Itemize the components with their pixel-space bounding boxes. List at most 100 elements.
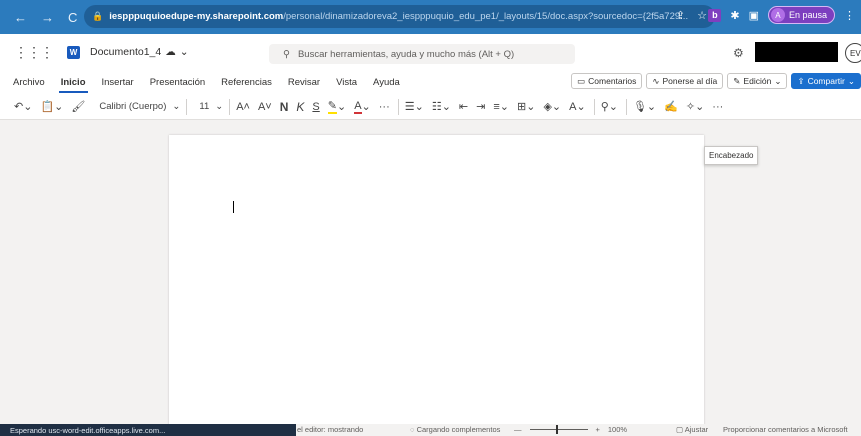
designer-icon[interactable]: ✧⌄ xyxy=(686,100,704,113)
app-launcher-icon[interactable]: ⋮⋮⋮ xyxy=(14,44,54,61)
font-name-select[interactable]: Calibri (Cuerpo) ⌄ xyxy=(93,98,188,115)
share-label: Compartir xyxy=(807,76,845,86)
zoom-in-button[interactable]: + xyxy=(596,425,600,434)
fit-label: Ajustar xyxy=(684,425,709,434)
sync-icon: ☁ xyxy=(165,46,176,58)
loading-spinner-icon: ◌ xyxy=(410,425,415,434)
zoom-control: — + 100% xyxy=(514,425,627,434)
user-avatar[interactable]: EV xyxy=(845,43,861,63)
font-name-value: Calibri (Cuerpo) xyxy=(99,101,167,112)
tab-ayuda[interactable]: Ayuda xyxy=(371,77,402,88)
align-icon[interactable]: ≡⌄ xyxy=(493,100,509,113)
grow-font-icon[interactable]: A˄ xyxy=(236,101,250,113)
tab-presentacion[interactable]: Presentación xyxy=(148,77,207,88)
url-path: /personal/dinamizadoreva2_iespppuquio_ed… xyxy=(283,11,689,22)
editor-status[interactable]: el editor: mostrando xyxy=(297,425,363,434)
editing-mode-button[interactable]: ✎ Edición ⌄ xyxy=(727,73,788,89)
tab-vista[interactable]: Vista xyxy=(334,77,359,88)
ribbon-actions: ▭ Comentarios ∿ Ponerse al día ✎ Edición… xyxy=(571,73,861,89)
tab-archivo[interactable]: Archivo xyxy=(11,77,47,88)
back-icon[interactable]: ← xyxy=(14,10,27,25)
tab-referencias[interactable]: Referencias xyxy=(219,77,274,88)
addins-label: Cargando complementos xyxy=(416,425,501,434)
zoom-level[interactable]: 100% xyxy=(608,425,627,434)
catch-up-label: Ponerse al día xyxy=(662,76,718,86)
numbering-icon[interactable]: ☷⌄ xyxy=(432,100,451,113)
bing-extension-icon[interactable]: b xyxy=(708,8,722,22)
document-page[interactable] xyxy=(169,135,704,435)
fit-icon: ▢ xyxy=(676,425,684,434)
bold-button[interactable]: N xyxy=(280,100,289,114)
address-bar[interactable]: 🔒 iespppuquioedupe-my.sharepoint.com /pe… xyxy=(84,5,715,28)
styles-icon[interactable]: A⌄ xyxy=(569,100,586,113)
format-painter-icon[interactable]: 🖌 xyxy=(71,100,85,113)
divider xyxy=(593,98,595,115)
home-toolbar: ↶⌄ 📋⌄ 🖌 Calibri (Cuerpo) ⌄ 11 ⌄ A˄ A˅ N … xyxy=(0,94,861,120)
puzzle-extensions-icon[interactable]: ✱ xyxy=(730,9,739,22)
user-info-redacted xyxy=(755,42,838,62)
catch-up-button[interactable]: ∿ Ponerse al día xyxy=(646,73,724,89)
font-color-icon[interactable]: A ⌄ xyxy=(354,100,371,114)
overflow-icon[interactable]: ··· xyxy=(712,101,723,113)
profile-status: En pausa xyxy=(788,10,827,20)
divider xyxy=(397,98,399,115)
tab-insertar[interactable]: Insertar xyxy=(100,77,136,88)
address-actions: ⇪ ☆ xyxy=(676,9,707,22)
bookmark-star-icon[interactable]: ☆ xyxy=(697,9,707,22)
font-size-value: 11 xyxy=(199,101,210,112)
word-logo-icon[interactable]: W xyxy=(67,45,80,59)
feedback-link[interactable]: Proporcionar comentarios a Microsoft xyxy=(723,425,848,434)
app-header: ⋮⋮⋮ W Documento1_4 ☁ ⌄ ⚲ Buscar herramie… xyxy=(0,34,861,70)
chevron-down-icon: ⌄ xyxy=(179,46,189,58)
divider xyxy=(625,98,627,115)
url-host: iespppuquioedupe-my.sharepoint.com xyxy=(109,11,284,22)
sidepanel-icon[interactable]: ▣ xyxy=(749,9,759,22)
paste-icon[interactable]: 📋⌄ xyxy=(40,100,63,113)
tab-inicio[interactable]: Inicio xyxy=(58,77,88,93)
chevron-down-icon: ⌄ xyxy=(847,75,855,86)
document-canvas: Encabezado xyxy=(0,120,861,435)
zoom-slider[interactable] xyxy=(529,425,588,434)
editing-label: Edición xyxy=(743,76,772,86)
highlight-icon[interactable]: ✎ ⌄ xyxy=(327,99,346,114)
profile-button[interactable]: A En pausa xyxy=(767,6,835,24)
decrease-indent-icon[interactable]: ⇤ xyxy=(459,100,468,113)
document-title[interactable]: Documento1_4 ☁ ⌄ xyxy=(90,46,189,58)
increase-indent-icon[interactable]: ⇥ xyxy=(476,100,485,113)
reload-icon[interactable]: C xyxy=(68,10,77,25)
share-icon: ⇪ xyxy=(797,75,805,86)
share-icon[interactable]: ⇪ xyxy=(676,9,685,22)
chevron-down-icon: ⌄ xyxy=(774,75,782,86)
extensions-area: b ✱ ▣ A En pausa ⋮ xyxy=(708,6,861,24)
activity-icon: ∿ xyxy=(652,75,660,86)
borders-icon[interactable]: ⊞⌄ xyxy=(517,100,535,113)
zoom-out-button[interactable]: — xyxy=(514,425,522,434)
bullets-icon[interactable]: ☰⌄ xyxy=(405,100,424,113)
editor-icon[interactable]: ✍ xyxy=(664,100,678,113)
more-icon[interactable]: ··· xyxy=(379,101,390,113)
status-bar: Esperando usc-word-edit.officeapps.live.… xyxy=(0,424,861,436)
share-button[interactable]: ⇪ Compartir ⌄ xyxy=(791,73,861,89)
chevron-down-icon: ⌄ xyxy=(172,101,181,112)
addins-status: ◌ Cargando complementos xyxy=(410,425,500,434)
forward-icon[interactable]: → xyxy=(41,10,54,25)
loading-status: Esperando usc-word-edit.officeapps.live.… xyxy=(0,424,296,436)
fit-button[interactable]: ▢ Ajustar xyxy=(676,425,708,434)
ribbon-tabs: Archivo Inicio Insertar Presentación Ref… xyxy=(0,70,861,94)
search-box[interactable]: ⚲ Buscar herramientas, ayuda y mucho más… xyxy=(269,44,575,64)
italic-button[interactable]: K xyxy=(296,100,304,114)
shading-icon[interactable]: ◈⌄ xyxy=(543,100,561,113)
shrink-font-icon[interactable]: A˅ xyxy=(258,101,272,113)
undo-icon[interactable]: ↶⌄ xyxy=(14,100,32,113)
dictate-icon[interactable]: 🎙⌄ xyxy=(633,100,656,113)
underline-button[interactable]: S xyxy=(312,101,319,113)
tab-revisar[interactable]: Revisar xyxy=(286,77,322,88)
search-icon: ⚲ xyxy=(283,48,290,60)
browser-menu-icon[interactable]: ⋮ xyxy=(844,9,855,22)
find-icon[interactable]: ⚲⌄ xyxy=(601,100,618,113)
settings-gear-icon[interactable]: ⚙ xyxy=(733,46,744,60)
profile-avatar: A xyxy=(770,8,785,22)
font-size-select[interactable]: 11 ⌄ xyxy=(193,98,231,115)
comment-icon: ▭ xyxy=(577,75,586,86)
comments-button[interactable]: ▭ Comentarios xyxy=(571,73,643,89)
